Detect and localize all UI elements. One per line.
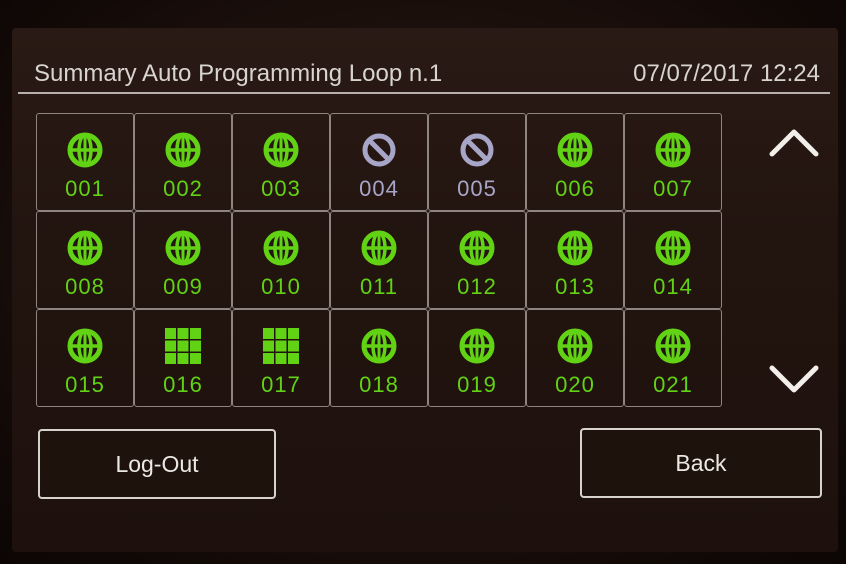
device-cell[interactable]: 020 <box>526 309 624 407</box>
device-number: 012 <box>457 274 497 299</box>
device-cell[interactable]: 002 <box>134 113 232 211</box>
device-cell[interactable]: 004 <box>330 113 428 211</box>
device-number: 006 <box>555 176 595 201</box>
grid-icon <box>261 326 301 366</box>
back-label: Back <box>675 449 727 476</box>
globe-icon <box>359 228 399 268</box>
globe-icon <box>163 228 203 268</box>
globe-icon <box>65 130 105 170</box>
globe-icon <box>261 228 301 268</box>
device-cell[interactable]: 015 <box>36 309 134 407</box>
disabled-icon <box>359 130 399 170</box>
device-cell[interactable]: 021 <box>624 309 722 407</box>
device-cell[interactable]: 001 <box>36 113 134 211</box>
device-number: 010 <box>261 274 301 299</box>
device-number: 008 <box>65 274 105 299</box>
device-number: 021 <box>653 372 693 397</box>
device-cell[interactable]: 003 <box>232 113 330 211</box>
device-number: 017 <box>261 372 301 397</box>
disabled-icon <box>457 130 497 170</box>
grid-icon <box>163 326 203 366</box>
device-cell[interactable]: 006 <box>526 113 624 211</box>
globe-icon <box>163 130 203 170</box>
device-number: 005 <box>457 176 497 201</box>
logout-label: Log-Out <box>115 450 199 477</box>
page-title: Summary Auto Programming Loop n.1 <box>34 60 443 87</box>
device-cell[interactable]: 016 <box>134 309 232 407</box>
device-number: 003 <box>261 176 301 201</box>
device-cell[interactable]: 018 <box>330 309 428 407</box>
device-cell[interactable]: 008 <box>36 211 134 309</box>
device-grid: 001 002 003 004 005 006 007 008 009 010 011 012 013 0… <box>36 113 723 408</box>
logout-button[interactable]: Log-Out <box>38 429 276 499</box>
back-button[interactable]: Back <box>580 428 822 498</box>
device-cell[interactable]: 010 <box>232 211 330 309</box>
date-time: 07/07/2017 12:24 <box>633 60 820 87</box>
device-number: 019 <box>457 372 497 397</box>
globe-icon <box>457 326 497 366</box>
header-bar: Summary Auto Programming Loop n.1 07/07/… <box>18 58 830 94</box>
device-number: 009 <box>163 274 203 299</box>
device-cell[interactable]: 011 <box>330 211 428 309</box>
device-cell[interactable]: 007 <box>624 113 722 211</box>
device-number: 020 <box>555 372 595 397</box>
globe-icon <box>555 228 595 268</box>
device-number: 011 <box>359 274 399 299</box>
globe-icon <box>65 326 105 366</box>
scroll-up-button[interactable] <box>766 122 822 162</box>
scroll-down-button[interactable] <box>766 360 822 400</box>
device-number: 016 <box>163 372 203 397</box>
device-number: 018 <box>359 372 399 397</box>
device-cell[interactable]: 005 <box>428 113 526 211</box>
device-cell[interactable]: 013 <box>526 211 624 309</box>
globe-icon <box>555 326 595 366</box>
globe-icon <box>261 130 301 170</box>
device-number: 014 <box>653 274 693 299</box>
device-number: 015 <box>65 372 105 397</box>
device-cell[interactable]: 019 <box>428 309 526 407</box>
device-number: 004 <box>359 176 399 201</box>
globe-icon <box>65 228 105 268</box>
globe-icon <box>555 130 595 170</box>
device-number: 002 <box>163 176 203 201</box>
chevron-up-icon <box>769 129 819 157</box>
device-cell[interactable]: 012 <box>428 211 526 309</box>
globe-icon <box>653 326 693 366</box>
device-cell[interactable]: 014 <box>624 211 722 309</box>
chevron-down-icon <box>769 365 819 393</box>
device-cell[interactable]: 017 <box>232 309 330 407</box>
device-cell[interactable]: 009 <box>134 211 232 309</box>
device-number: 007 <box>653 176 693 201</box>
globe-icon <box>653 130 693 170</box>
device-number: 001 <box>65 176 105 201</box>
globe-icon <box>653 228 693 268</box>
globe-icon <box>457 228 497 268</box>
globe-icon <box>359 326 399 366</box>
device-number: 013 <box>555 274 595 299</box>
